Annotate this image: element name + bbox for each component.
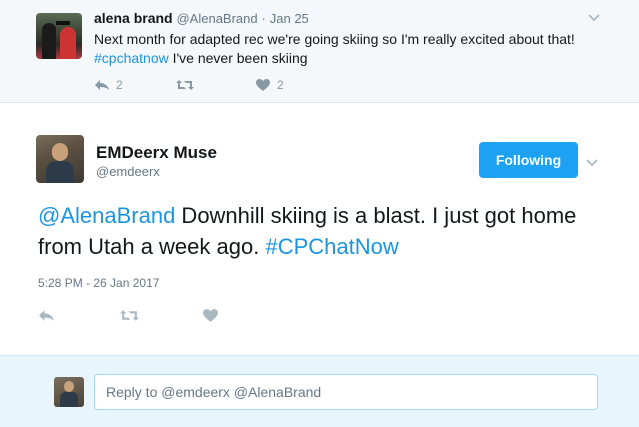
parent-retweet-action[interactable] [175, 79, 255, 91]
reply-box [0, 355, 639, 427]
parent-text-line2: I've never been skiing [168, 50, 308, 66]
retweet-icon[interactable] [175, 79, 195, 91]
reply-icon[interactable] [38, 309, 55, 322]
parent-author-name[interactable]: alena brand [94, 10, 173, 26]
chevron-down-icon[interactable] [588, 10, 600, 25]
separator-dot: · [261, 11, 266, 26]
reply-input[interactable] [94, 374, 598, 410]
parent-tweet-date[interactable]: Jan 25 [270, 11, 309, 26]
author-avatar[interactable] [36, 135, 84, 183]
parent-tweet-actions: 2 2 [94, 76, 284, 94]
parent-tweet[interactable]: alena brand @AlenaBrand · Jan 25 Next mo… [0, 0, 639, 103]
reply-count: 2 [116, 78, 123, 92]
parent-text-line1: Next month for adapted rec we're going s… [94, 31, 575, 47]
tweet-text: @AlenaBrand Downhill skiing is a blast. … [38, 200, 618, 262]
parent-hashtag[interactable]: #cpchatnow [94, 50, 169, 66]
author-name[interactable]: EMDeerx Muse [96, 143, 217, 163]
retweet-icon[interactable] [119, 309, 140, 322]
mention-link[interactable]: @AlenaBrand [38, 203, 175, 228]
parent-author-handle[interactable]: @AlenaBrand [176, 11, 257, 26]
parent-reply-action[interactable]: 2 [94, 78, 175, 92]
tweet-timestamp[interactable]: 5:28 PM - 26 Jan 2017 [38, 276, 159, 290]
heart-icon[interactable] [202, 308, 219, 323]
parent-tweet-text: Next month for adapted rec we're going s… [94, 30, 614, 68]
author-handle[interactable]: @emdeerx [96, 164, 160, 179]
current-user-avatar [54, 377, 84, 407]
heart-icon[interactable] [255, 78, 271, 92]
parent-tweet-header: alena brand @AlenaBrand · Jan 25 [94, 10, 309, 26]
like-count: 2 [277, 78, 284, 92]
hashtag-link[interactable]: #CPChatNow [265, 234, 398, 259]
parent-avatar[interactable] [36, 13, 82, 59]
parent-like-action[interactable]: 2 [255, 78, 284, 92]
following-button[interactable]: Following [479, 142, 578, 178]
chevron-down-icon[interactable] [586, 155, 598, 170]
reply-icon[interactable] [94, 79, 110, 91]
